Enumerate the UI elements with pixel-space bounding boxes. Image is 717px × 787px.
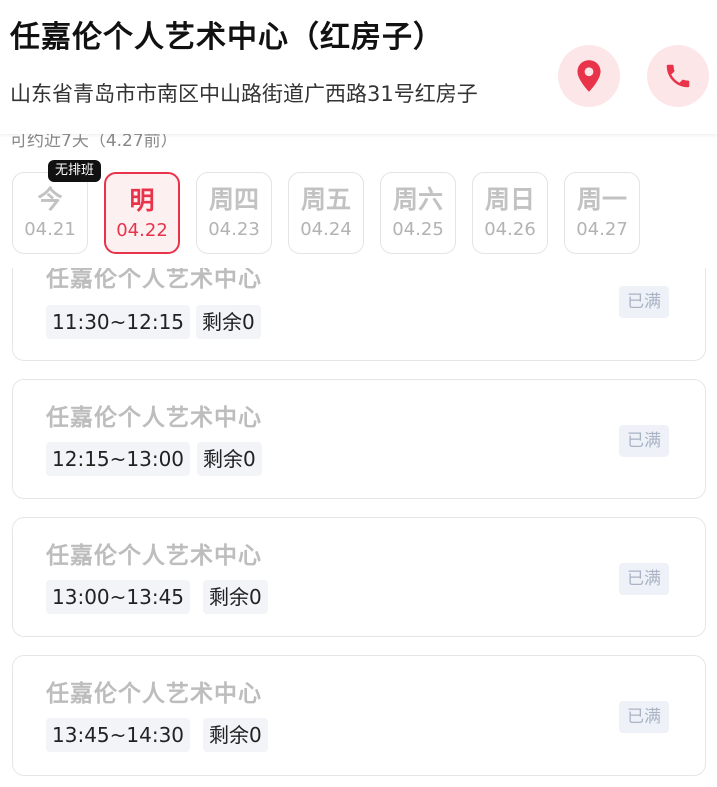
date-tab-saturday[interactable]: 周六 04.25 <box>380 172 456 254</box>
venue-address: 山东省青岛市市南区中山路街道广西路31号红房子 <box>10 82 478 106</box>
date-tab-sunday[interactable]: 周日 04.26 <box>472 172 548 254</box>
date-tab-tomorrow[interactable]: 明 04.22 <box>104 172 180 254</box>
date-weekday: 周一 <box>576 185 627 214</box>
timeslot-card[interactable]: 任嘉伦个人艺术中心 13:45~14:30 剩余0 已满 <box>12 655 706 776</box>
date-value: 04.22 <box>116 220 168 241</box>
date-tab-monday[interactable]: 周一 04.27 <box>564 172 640 254</box>
slot-remaining: 剩余0 <box>196 305 261 339</box>
slot-time: 13:00~13:45 <box>46 580 191 614</box>
slot-remaining: 剩余0 <box>197 442 262 476</box>
date-value: 04.25 <box>392 219 444 240</box>
date-value: 04.27 <box>576 219 628 240</box>
slot-time: 11:30~12:15 <box>46 305 191 339</box>
date-value: 04.21 <box>24 219 76 240</box>
no-schedule-badge: 无排班 <box>48 160 102 182</box>
page-title: 任嘉伦个人艺术中心（红房子） <box>10 20 444 55</box>
venue-header: 任嘉伦个人艺术中心（红房子） 山东省青岛市市南区中山路街道广西路31号红房子 <box>0 0 717 134</box>
slot-status-badge: 已满 <box>619 425 669 457</box>
timeslot-card[interactable]: 任嘉伦个人艺术中心 13:00~13:45 剩余0 已满 <box>12 517 706 637</box>
date-weekday: 明 <box>129 186 155 215</box>
date-value: 04.26 <box>484 219 536 240</box>
slot-remaining: 剩余0 <box>203 718 268 752</box>
slot-status-badge: 已满 <box>619 563 669 595</box>
slot-venue-name: 任嘉伦个人艺术中心 <box>46 681 262 707</box>
slot-remaining: 剩余0 <box>203 580 268 614</box>
date-weekday: 周四 <box>208 185 259 214</box>
slot-venue-name: 任嘉伦个人艺术中心 <box>46 543 262 569</box>
location-pin-icon <box>574 59 604 93</box>
date-tab-friday[interactable]: 周五 04.24 <box>288 172 364 254</box>
slot-status-badge: 已满 <box>619 286 669 318</box>
date-weekday: 周六 <box>392 185 443 214</box>
slot-venue-name: 任嘉伦个人艺术中心 <box>46 405 262 431</box>
call-button[interactable] <box>647 45 709 107</box>
slot-status-badge: 已满 <box>619 701 669 733</box>
date-weekday: 今 <box>37 185 63 214</box>
location-button[interactable] <box>558 45 620 107</box>
slot-time: 12:15~13:00 <box>46 442 191 476</box>
phone-icon <box>663 61 693 91</box>
date-tab-thursday[interactable]: 周四 04.23 <box>196 172 272 254</box>
date-value: 04.23 <box>208 219 260 240</box>
date-selector: 无排班 今 04.21 明 04.22 周四 04.23 周五 04.24 周六… <box>0 150 717 268</box>
date-weekday: 周五 <box>300 185 351 214</box>
date-value: 04.24 <box>300 219 352 240</box>
timeslot-card[interactable]: 任嘉伦个人艺术中心 12:15~13:00 剩余0 已满 <box>12 379 706 499</box>
slot-time: 13:45~14:30 <box>46 718 191 752</box>
date-weekday: 周日 <box>484 185 535 214</box>
date-tab-today[interactable]: 今 04.21 <box>12 172 88 254</box>
